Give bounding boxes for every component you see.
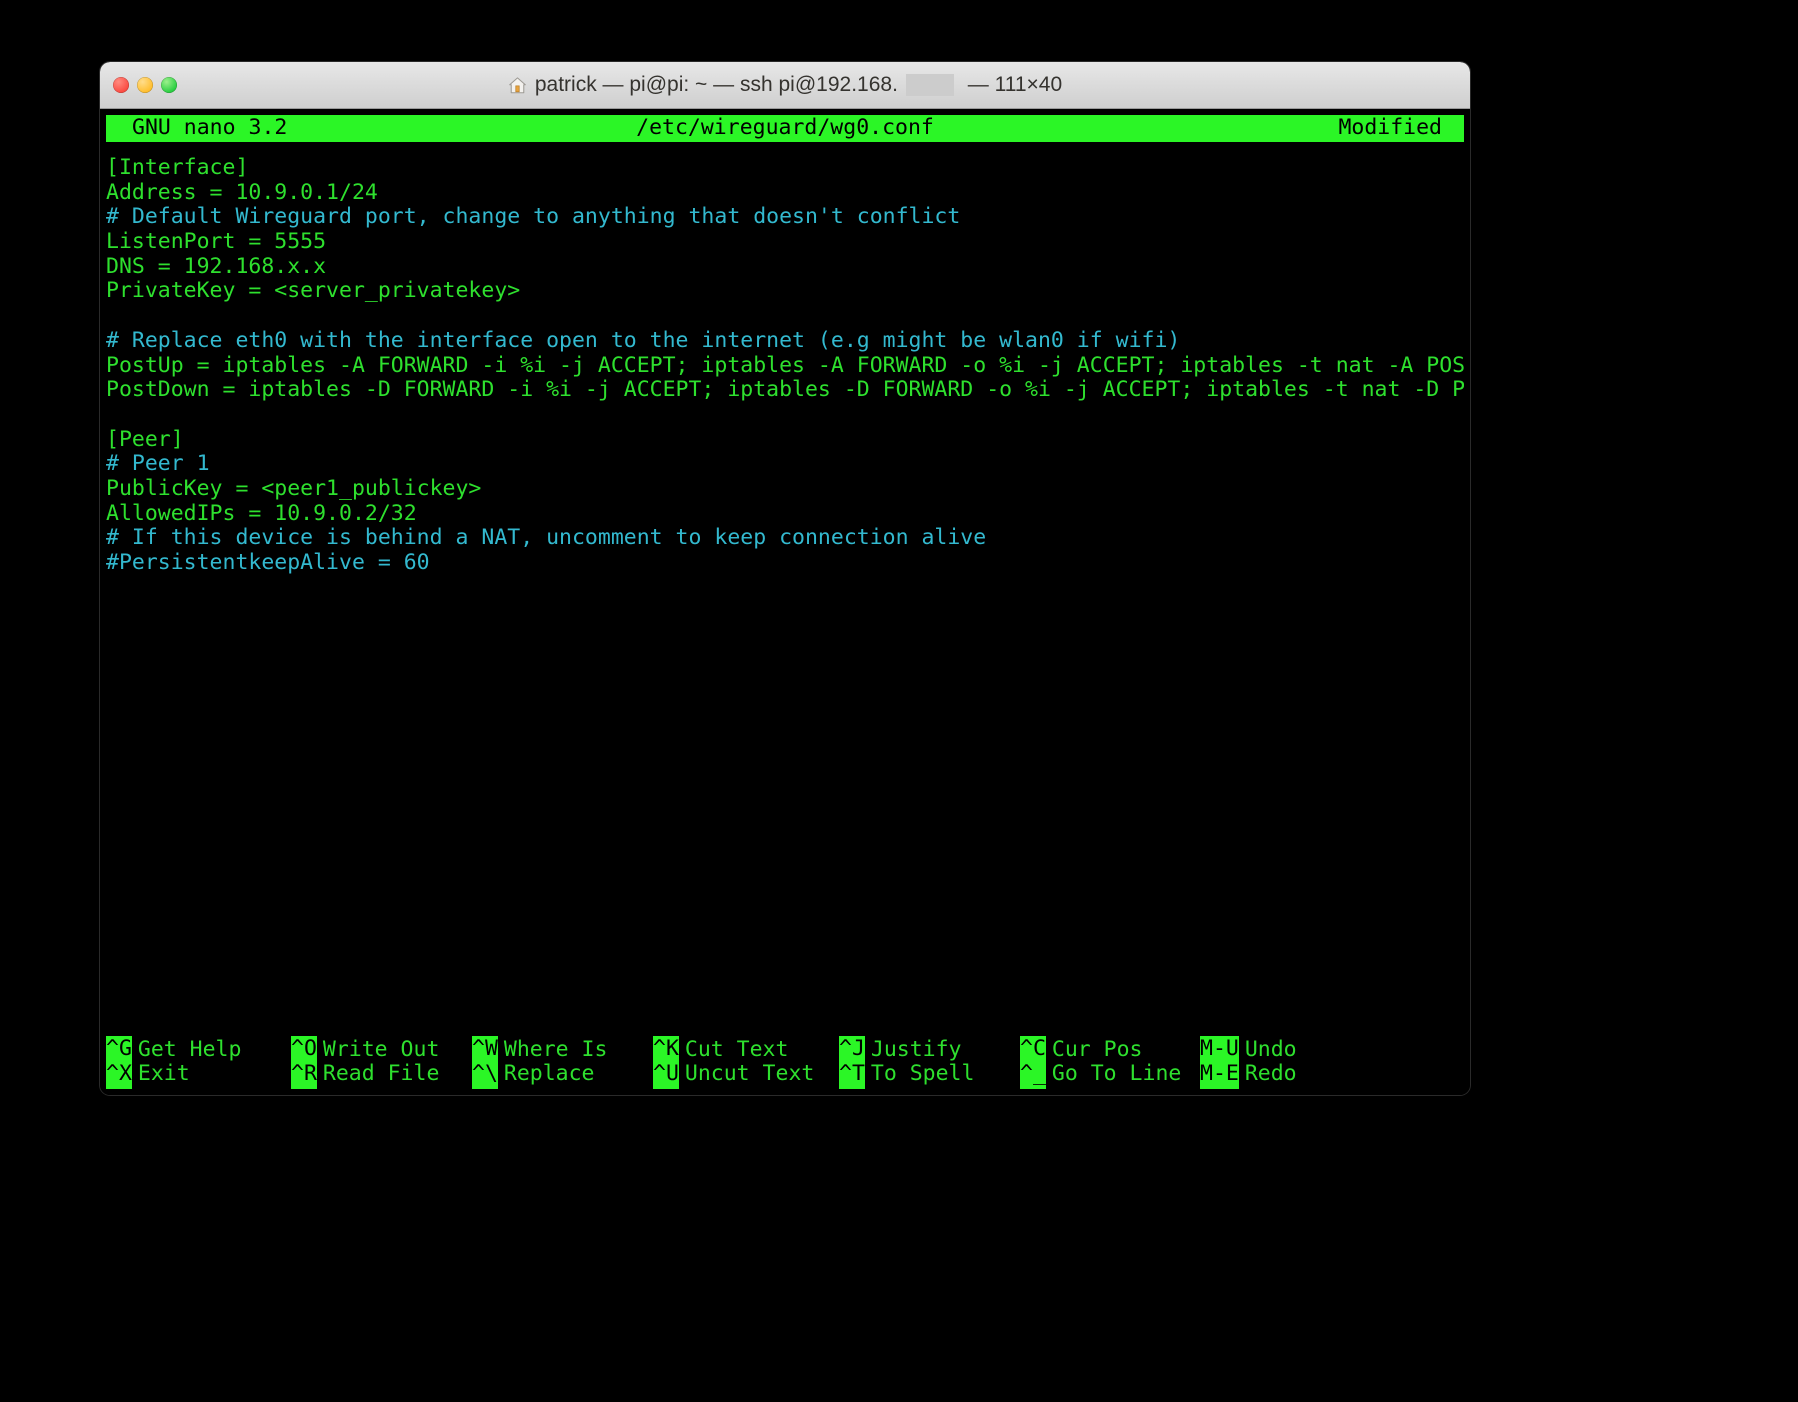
nano-modified-badge: Modified xyxy=(1338,115,1442,141)
window-title-text-before: patrick — pi@pi: ~ — ssh pi@192.168. xyxy=(534,73,898,96)
editor-line: PublicKey = <peer1_publickey> xyxy=(106,475,482,501)
shortcut-key-chip: M-U xyxy=(1200,1036,1239,1064)
shortcut-justify[interactable]: ^J Justify xyxy=(839,1036,962,1064)
shortcut-key-chip: ^O xyxy=(291,1036,317,1064)
shortcut-cur-pos[interactable]: ^C Cur Pos xyxy=(1020,1036,1143,1064)
shortcut-label: Write Out xyxy=(322,1036,440,1062)
shortcut-row-secondary: ^X Exit ^R Read File ^\ Replace ^U Uncut Text ^T… xyxy=(106,1060,1464,1089)
editor-line: [Interface] xyxy=(106,156,249,180)
shortcut-key-chip: ^R xyxy=(291,1060,317,1089)
shortcut-uncut-text[interactable]: ^U Uncut Text xyxy=(653,1060,815,1089)
shortcut-key-chip: ^J xyxy=(839,1036,865,1064)
shortcut-redo[interactable]: M-E Redo xyxy=(1200,1060,1297,1089)
shortcut-row-primary: ^G Get Help ^O Write Out ^W Where Is ^K Cut Tex… xyxy=(106,1036,1464,1064)
shortcut-key-chip: ^T xyxy=(839,1060,865,1089)
editor-line: PrivateKey = <server_privatekey> xyxy=(106,278,521,304)
editor-line: PostDown = iptables -D FORWARD -i %i -j … xyxy=(106,377,1464,403)
shortcut-key-chip: ^G xyxy=(106,1036,132,1064)
shortcut-exit[interactable]: ^X Exit xyxy=(106,1060,190,1089)
shortcut-label: Read File xyxy=(322,1061,440,1087)
shortcut-key-chip: ^\ xyxy=(472,1060,498,1089)
shortcut-replace[interactable]: ^\ Replace xyxy=(472,1060,595,1089)
shortcut-label: To Spell xyxy=(870,1061,975,1087)
editor-line: PostUp = iptables -A FORWARD -i %i -j AC… xyxy=(106,352,1464,378)
nano-title-bar: GNU nano 3.2 /etc/wireguard/wg0.conf Mod… xyxy=(106,115,1464,142)
shortcut-key-chip: ^_ xyxy=(1020,1060,1046,1089)
shortcut-get-help[interactable]: ^G Get Help xyxy=(106,1036,241,1064)
shortcut-key-chip: ^C xyxy=(1020,1036,1046,1064)
maximize-button[interactable] xyxy=(161,77,177,93)
editor-line: # Default Wireguard port, change to anyt… xyxy=(106,204,961,230)
shortcut-label: Exit xyxy=(137,1061,190,1087)
shortcut-key-chip: ^W xyxy=(472,1036,498,1064)
shortcut-where-is[interactable]: ^W Where Is xyxy=(472,1036,607,1064)
minimize-button[interactable] xyxy=(137,77,153,93)
shortcut-label: Replace xyxy=(503,1061,595,1087)
editor-line: DNS = 192.168.x.x xyxy=(106,253,327,279)
editor-line: # Peer 1 xyxy=(106,451,210,477)
editor-line: # If this device is behind a NAT, uncomm… xyxy=(106,525,987,551)
shortcut-cut-text[interactable]: ^K Cut Text xyxy=(653,1036,788,1064)
traffic-light-group xyxy=(113,62,177,108)
window-titlebar[interactable]: patrick — pi@pi: ~ — ssh pi@192.168. — 1… xyxy=(100,62,1470,109)
nano-editor[interactable]: GNU nano 3.2 /etc/wireguard/wg0.conf Mod… xyxy=(100,109,1470,1095)
shortcut-go-to-line[interactable]: ^_ Go To Line xyxy=(1020,1060,1182,1089)
shortcut-key-chip: ^U xyxy=(653,1060,679,1089)
shortcut-label: Uncut Text xyxy=(684,1061,815,1087)
editor-line: ListenPort = 5555 xyxy=(106,229,327,255)
shortcut-key-chip: ^X xyxy=(106,1060,132,1089)
editor-line: #PersistentkeepAlive = 60 xyxy=(106,550,430,575)
shortcut-read-file[interactable]: ^R Read File xyxy=(291,1060,440,1089)
window-title-text-after: — 111×40 xyxy=(961,73,1063,96)
shortcut-label: Get Help xyxy=(137,1036,242,1062)
shortcut-label: Redo xyxy=(1244,1061,1297,1087)
nano-shortcut-bar: ^G Get Help ^O Write Out ^W Where Is ^K Cut Tex… xyxy=(106,1036,1464,1089)
window-title: patrick — pi@pi: ~ — ssh pi@192.168. — 1… xyxy=(100,62,1470,108)
shortcut-label: Cur Pos xyxy=(1051,1036,1143,1062)
shortcut-label: Undo xyxy=(1244,1036,1297,1062)
nano-text-area[interactable]: [Interface] Address = 10.9.0.1/24 # Defaul… xyxy=(106,156,1464,999)
nano-filename-label: /etc/wireguard/wg0.conf xyxy=(636,115,934,141)
title-redaction-block xyxy=(905,74,954,96)
shortcut-label: Justify xyxy=(870,1036,962,1062)
shortcut-undo[interactable]: M-U Undo xyxy=(1200,1036,1297,1064)
editor-line: AllowedIPs = 10.9.0.2/32 xyxy=(106,500,417,526)
shortcut-key-chip: ^K xyxy=(653,1036,679,1064)
shortcut-label: Go To Line xyxy=(1051,1061,1182,1087)
editor-line: Address = 10.9.0.1/24 xyxy=(106,179,378,205)
terminal-window[interactable]: patrick — pi@pi: ~ — ssh pi@192.168. — 1… xyxy=(100,62,1470,1095)
shortcut-write-out[interactable]: ^O Write Out xyxy=(291,1036,439,1064)
shortcut-to-spell[interactable]: ^T To Spell xyxy=(839,1060,975,1089)
shortcut-label: Cut Text xyxy=(684,1036,789,1062)
editor-line: # Replace eth0 with the interface open t… xyxy=(106,327,1181,353)
home-icon xyxy=(509,76,526,93)
shortcut-label: Where Is xyxy=(503,1036,608,1062)
editor-line: [Peer] xyxy=(106,426,184,452)
shortcut-key-chip: M-E xyxy=(1200,1060,1239,1089)
close-button[interactable] xyxy=(113,77,129,93)
